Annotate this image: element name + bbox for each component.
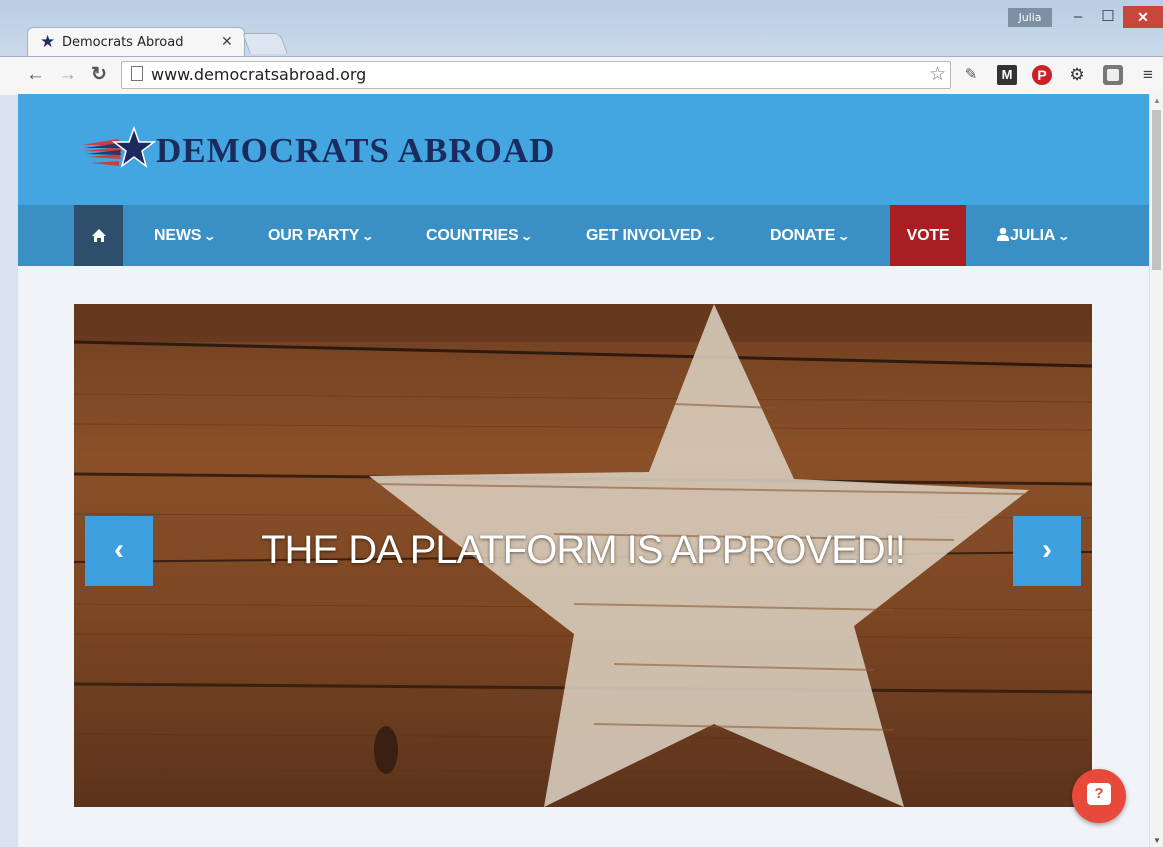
hero-carousel: THE DA PLATFORM IS APPROVED!! ‹ ›: [74, 304, 1092, 807]
back-arrow-icon[interactable]: ←: [26, 64, 45, 86]
nav-item-label: JULIA: [1010, 227, 1056, 244]
browser-tab[interactable]: ★ Democrats Abroad ✕: [27, 27, 245, 57]
nav-item-label: DONATE: [770, 227, 836, 244]
close-tab-icon[interactable]: ✕: [221, 33, 233, 50]
logo-star-icon: [112, 126, 156, 168]
chevron-down-icon: ⌄: [703, 231, 717, 243]
main-nav: NEWS ⌄ OUR PARTY ⌄ COUNTRIES ⌄ GET INVOLVED…: [18, 205, 1149, 266]
close-window-icon[interactable]: ✕: [1123, 6, 1163, 28]
nav-item-label: COUNTRIES: [426, 227, 519, 244]
m-extension-icon[interactable]: M: [997, 65, 1017, 85]
extension-box-icon[interactable]: [1103, 65, 1123, 85]
reload-icon[interactable]: ↻: [91, 64, 107, 86]
page-viewport: DEMOCRATS ABROAD NEWS ⌄ OUR PARTY ⌄ COUNTR…: [18, 94, 1149, 847]
nav-item-label: OUR PARTY: [268, 227, 360, 244]
question-bubble-icon: ?: [1087, 783, 1111, 805]
nav-item-countries[interactable]: COUNTRIES ⌄: [426, 205, 534, 266]
minimize-icon[interactable]: –: [1066, 6, 1090, 28]
chevron-down-icon: ⌄: [1057, 231, 1071, 243]
home-icon: [91, 229, 106, 243]
nav-item-user[interactable]: JULIA ⌄: [996, 205, 1071, 266]
page-icon: [131, 66, 143, 81]
nav-item-donate[interactable]: DONATE ⌄: [770, 205, 851, 266]
carousel-next-button[interactable]: ›: [1013, 516, 1081, 586]
gear-icon[interactable]: ⚙: [1067, 65, 1087, 85]
site-header: DEMOCRATS ABROAD: [18, 94, 1149, 205]
address-bar[interactable]: www.democratsabroad.org ☆: [121, 61, 951, 89]
maximize-icon[interactable]: ☐: [1096, 6, 1120, 28]
scroll-thumb[interactable]: [1152, 110, 1161, 270]
nav-home[interactable]: [74, 205, 123, 266]
browser-toolbar: ← → ↻ www.democratsabroad.org ☆ ✎ M P ⚙ …: [0, 56, 1163, 95]
chevron-right-icon: ›: [1042, 533, 1052, 566]
bookmark-star-icon[interactable]: ☆: [929, 63, 946, 86]
chevron-down-icon: ⌄: [837, 231, 851, 243]
help-button[interactable]: ?: [1072, 769, 1126, 823]
new-tab-button[interactable]: [242, 33, 288, 54]
eyedropper-extension-icon[interactable]: ✎: [961, 65, 981, 85]
carousel-caption[interactable]: THE DA PLATFORM IS APPROVED!!: [74, 528, 1092, 573]
nav-item-label: NEWS: [154, 227, 202, 244]
nav-item-our-party[interactable]: OUR PARTY ⌄: [268, 205, 375, 266]
chevron-down-icon: ⌄: [520, 231, 534, 243]
site-logo[interactable]: DEMOCRATS ABROAD: [156, 131, 555, 171]
nav-item-label: GET INVOLVED: [586, 227, 702, 244]
nav-item-vote[interactable]: VOTE: [890, 205, 966, 266]
nav-item-get-involved[interactable]: GET INVOLVED ⌄: [586, 205, 717, 266]
scroll-up-icon[interactable]: ▲: [1153, 96, 1161, 105]
chevron-down-icon: ⌄: [361, 231, 375, 243]
forward-arrow-icon[interactable]: →: [58, 64, 77, 86]
star-icon: ★: [40, 32, 56, 51]
nav-item-news[interactable]: NEWS ⌄: [154, 205, 217, 266]
pinterest-icon[interactable]: P: [1032, 65, 1052, 85]
nav-item-label: VOTE: [906, 227, 950, 244]
tab-title: Democrats Abroad: [62, 35, 184, 50]
menu-icon[interactable]: ≡: [1138, 65, 1158, 85]
profile-badge[interactable]: Julia: [1008, 8, 1052, 27]
page-scrollbar[interactable]: ▲ ▼: [1149, 94, 1163, 847]
carousel-prev-button[interactable]: ‹: [85, 516, 153, 586]
chevron-left-icon: ‹: [114, 533, 124, 566]
url-text[interactable]: www.democratsabroad.org: [151, 65, 366, 84]
scroll-down-icon[interactable]: ▼: [1153, 836, 1161, 845]
user-icon: [997, 227, 1009, 241]
chevron-down-icon: ⌄: [203, 231, 217, 243]
